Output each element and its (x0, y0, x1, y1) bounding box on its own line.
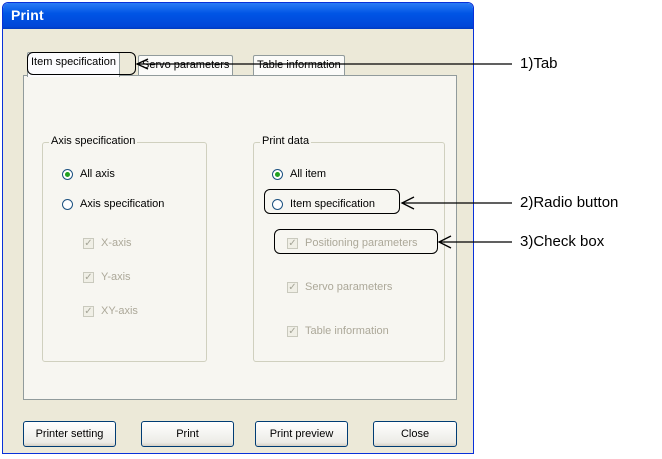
annotation-lines (135, 58, 512, 249)
